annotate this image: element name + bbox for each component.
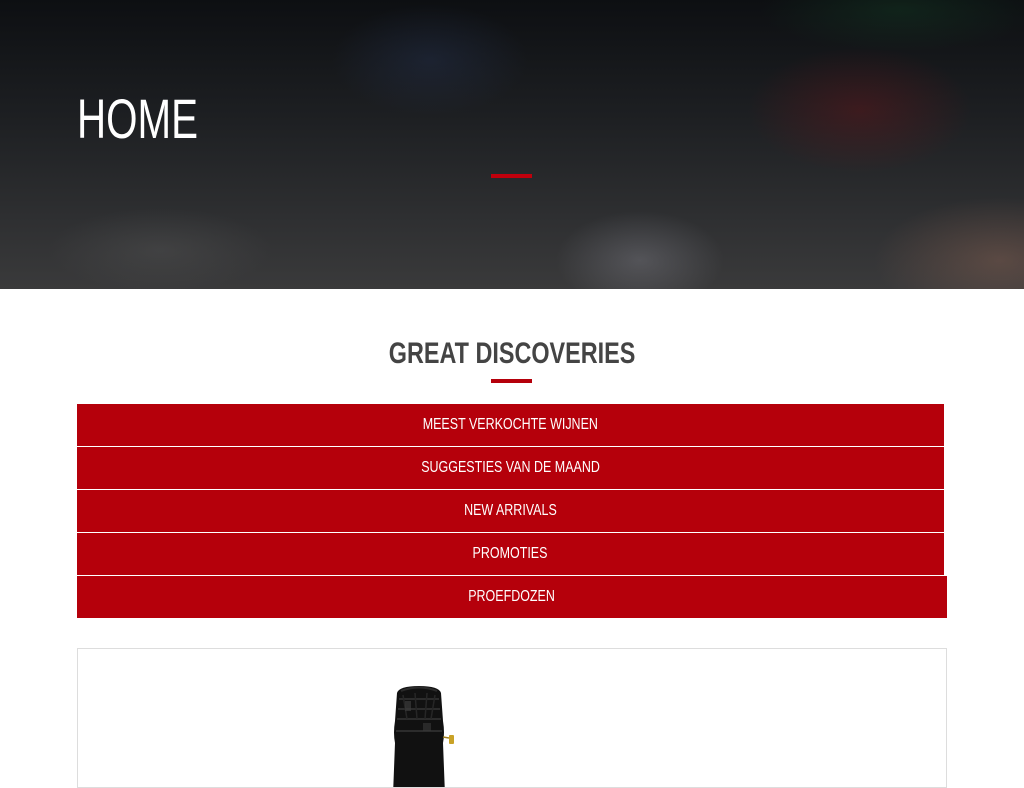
category-list: MEEST VERKOCHTE WIJNEN SUGGESTIES VAN DE… xyxy=(77,404,947,619)
category-button-label: NEW ARRIVALS xyxy=(464,502,557,519)
category-button-label: MEEST VERKOCHTE WIJNEN xyxy=(422,416,599,433)
hero-title-divider xyxy=(491,174,532,178)
section-title-divider xyxy=(491,379,532,383)
hero-banner: HOME xyxy=(0,0,1024,289)
category-button-suggestions[interactable]: SUGGESTIES VAN DE MAAND xyxy=(77,447,944,489)
section-title: GREAT DISCOVERIES xyxy=(0,334,1024,374)
category-button-label: SUGGESTIES VAN DE MAAND xyxy=(421,459,600,476)
wine-bottle-icon[interactable] xyxy=(383,685,455,788)
category-button-tasting-boxes[interactable]: PROEFDOZEN xyxy=(77,576,947,618)
category-button-promotions[interactable]: PROMOTIES xyxy=(77,533,944,575)
category-button-label: PROMOTIES xyxy=(473,545,548,562)
category-button-best-sellers[interactable]: MEEST VERKOCHTE WIJNEN xyxy=(77,404,944,446)
category-button-new-arrivals[interactable]: NEW ARRIVALS xyxy=(77,490,944,532)
product-card[interactable] xyxy=(77,648,947,788)
category-button-label: PROEFDOZEN xyxy=(468,588,556,605)
section-title-text: GREAT DISCOVERIES xyxy=(388,337,636,370)
page-title: HOME xyxy=(77,87,198,150)
